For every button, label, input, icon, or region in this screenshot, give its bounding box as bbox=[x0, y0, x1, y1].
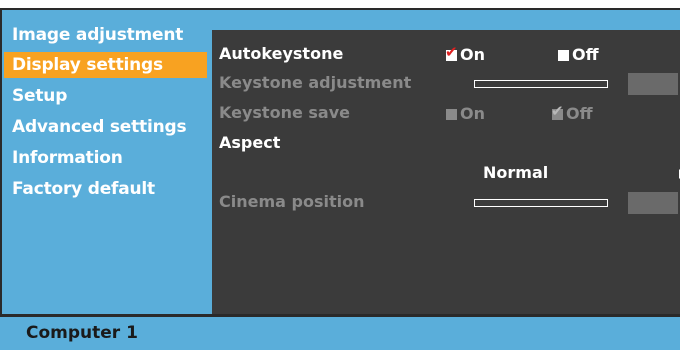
auto-keystone-on-checkbox[interactable]: ✔ bbox=[445, 45, 458, 61]
cinema-position-row: Cinema position bbox=[212, 192, 680, 218]
checkmark-icon: ✔ bbox=[445, 43, 458, 61]
projector-menu: Image adjustment Display settings Setup … bbox=[0, 0, 680, 350]
keystone-save-on-checkbox[interactable] bbox=[446, 109, 457, 120]
keystone-save-on-option[interactable]: On bbox=[446, 104, 485, 123]
auto-keystone-on-label: On bbox=[460, 45, 485, 64]
keystone-adjustment-value-box bbox=[628, 73, 678, 95]
menu-panel: Image adjustment Display settings Setup … bbox=[0, 8, 680, 316]
keystone-save-off-option[interactable]: ✔ Off bbox=[551, 104, 593, 124]
keystone-save-label: Keystone save bbox=[219, 103, 350, 122]
sidebar-item-factory-default[interactable]: Factory default bbox=[4, 174, 212, 205]
cinema-position-value-box bbox=[628, 192, 678, 214]
sidebar-item-display-settings[interactable]: Display settings bbox=[4, 52, 207, 78]
keystone-adjustment-slider[interactable] bbox=[474, 80, 608, 88]
sidebar-item-image-adjustment[interactable]: Image adjustment bbox=[4, 20, 212, 51]
status-bar: Computer 1 bbox=[0, 314, 680, 350]
auto-keystone-on-option[interactable]: ✔ On bbox=[445, 45, 485, 65]
aspect-value[interactable]: Normal bbox=[483, 163, 548, 182]
auto-keystone-off-checkbox[interactable] bbox=[558, 50, 569, 61]
aspect-value-row[interactable]: Normal bbox=[212, 163, 680, 189]
keystone-save-off-label: Off bbox=[566, 104, 593, 123]
input-source-label: Computer 1 bbox=[26, 323, 138, 343]
keystone-adjustment-label: Keystone adjustment bbox=[219, 73, 412, 92]
keystone-save-row: Keystone save On ✔ Off bbox=[212, 103, 680, 129]
keystone-save-off-checkbox[interactable]: ✔ bbox=[551, 104, 564, 120]
sidebar-menu: Image adjustment Display settings Setup … bbox=[4, 20, 212, 205]
cinema-position-label: Cinema position bbox=[219, 192, 365, 211]
keystone-adjustment-row: Keystone adjustment bbox=[212, 73, 680, 99]
keystone-save-on-label: On bbox=[460, 104, 485, 123]
sidebar-item-setup[interactable]: Setup bbox=[4, 81, 212, 112]
auto-keystone-row: Autokeystone ✔ On Off bbox=[212, 44, 680, 70]
settings-content: Autokeystone ✔ On Off Keystone adjustmen… bbox=[212, 30, 680, 316]
checkmark-icon: ✔ bbox=[551, 102, 564, 120]
sidebar-item-advanced-settings[interactable]: Advanced settings bbox=[4, 112, 212, 143]
auto-keystone-off-option[interactable]: Off bbox=[558, 45, 599, 64]
aspect-row: Aspect bbox=[212, 133, 680, 159]
aspect-label: Aspect bbox=[219, 133, 281, 152]
auto-keystone-label: Autokeystone bbox=[219, 44, 344, 63]
auto-keystone-off-label: Off bbox=[572, 45, 599, 64]
cinema-position-slider[interactable] bbox=[474, 199, 608, 207]
sidebar-item-information[interactable]: Information bbox=[4, 143, 212, 174]
